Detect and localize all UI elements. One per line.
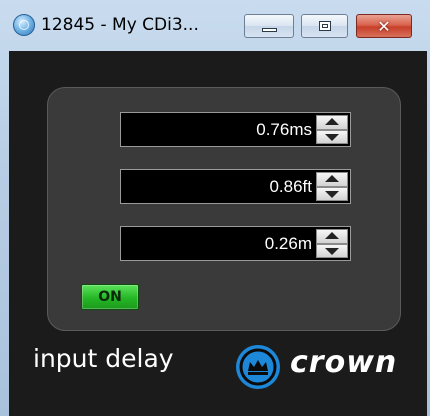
client-area: 0.76ms 0.86ft 0.26m ON input delay crown xyxy=(9,51,427,416)
app-window: 12845 - My CDi3... ✕ 0.76ms 0.86ft 0.26m… xyxy=(0,0,430,416)
minimize-button[interactable] xyxy=(244,14,294,38)
spin-down-icon[interactable] xyxy=(316,243,348,258)
close-button[interactable]: ✕ xyxy=(356,14,412,38)
delay-ft-field[interactable]: 0.86ft xyxy=(120,169,351,204)
delay-m-field[interactable]: 0.26m xyxy=(120,226,351,261)
crown-logo-icon xyxy=(236,345,280,389)
delay-m-spinner[interactable] xyxy=(316,229,348,258)
window-title: 12845 - My CDi3... xyxy=(41,15,199,35)
delay-ft-spinner[interactable] xyxy=(316,172,348,201)
spin-down-icon[interactable] xyxy=(316,186,348,201)
minimize-icon xyxy=(262,28,277,32)
delay-m-value[interactable]: 0.26m xyxy=(265,227,312,260)
input-delay-label: input delay xyxy=(33,344,174,373)
maximize-button[interactable] xyxy=(301,14,348,38)
maximize-icon xyxy=(319,21,331,31)
crown-brand-text: crown xyxy=(290,345,398,380)
close-icon: ✕ xyxy=(377,16,391,36)
delay-ms-value[interactable]: 0.76ms xyxy=(256,113,312,146)
app-disc-icon[interactable] xyxy=(13,14,35,36)
delay-ft-value[interactable]: 0.86ft xyxy=(269,170,312,203)
spin-up-icon[interactable] xyxy=(316,172,348,187)
spin-up-icon[interactable] xyxy=(316,115,348,130)
title-bar[interactable]: 12845 - My CDi3... ✕ xyxy=(0,0,430,50)
delay-ms-field[interactable]: 0.76ms xyxy=(120,112,351,147)
spin-up-icon[interactable] xyxy=(316,229,348,244)
delay-panel: 0.76ms 0.86ft 0.26m ON xyxy=(47,87,401,331)
on-toggle-button[interactable]: ON xyxy=(81,284,139,310)
spin-down-icon[interactable] xyxy=(316,129,348,144)
delay-ms-spinner[interactable] xyxy=(316,115,348,144)
